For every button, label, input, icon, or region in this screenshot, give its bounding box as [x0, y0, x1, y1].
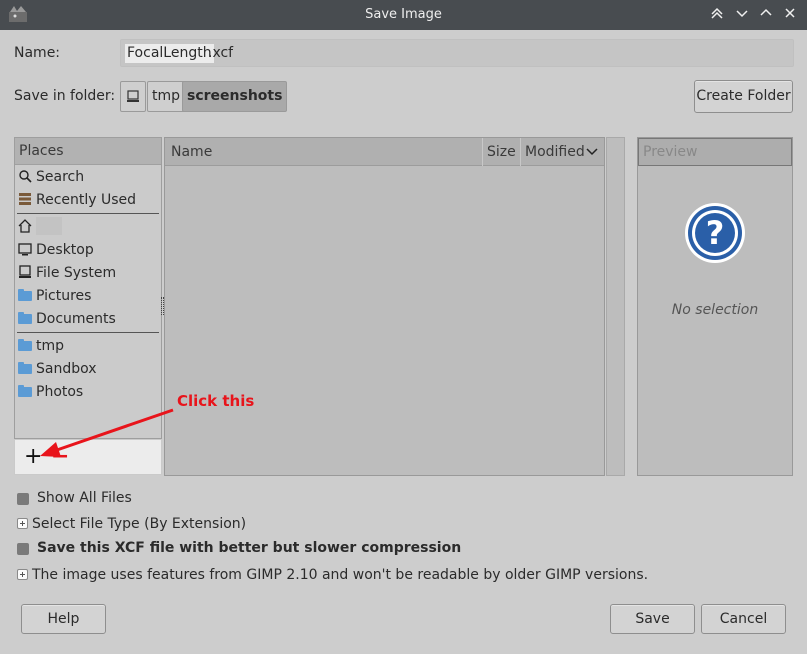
- maximize-icon[interactable]: [757, 6, 775, 24]
- crumb-root-drive[interactable]: [120, 81, 146, 112]
- expand-plus-icon[interactable]: [17, 569, 28, 580]
- title-bar: Save Image: [0, 0, 807, 30]
- window-title: Save Image: [365, 7, 442, 22]
- sort-descending-icon: [586, 148, 598, 156]
- places-separator: [17, 213, 159, 214]
- close-icon[interactable]: [781, 6, 799, 24]
- save-in-folder-label: Save in folder:: [14, 88, 116, 104]
- save-image-dialog: Name: FocalLength .xcf Save in folder: t…: [0, 30, 807, 654]
- place-recently-used[interactable]: Recently Used: [18, 189, 136, 211]
- place-pictures[interactable]: Pictures: [18, 285, 91, 307]
- place-label: tmp: [36, 338, 65, 354]
- no-selection-text: No selection: [671, 302, 759, 318]
- place-file-system[interactable]: File System: [18, 262, 116, 284]
- drive-icon: [127, 90, 139, 102]
- create-folder-button[interactable]: Create Folder: [694, 80, 793, 113]
- filename-extension: .xcf: [208, 45, 234, 61]
- folder-icon: [18, 288, 32, 302]
- save-button[interactable]: Save: [610, 604, 695, 634]
- places-header: Places: [15, 138, 161, 165]
- place-label: Photos: [36, 384, 84, 400]
- place-search[interactable]: Search: [18, 166, 84, 188]
- place-label: Recently Used: [36, 192, 137, 208]
- minimize-icon[interactable]: [733, 6, 751, 24]
- folder-icon: [18, 384, 32, 398]
- place-sandbox[interactable]: Sandbox: [18, 358, 97, 380]
- desktop-icon: [18, 241, 32, 256]
- name-label: Name:: [14, 45, 61, 61]
- compression-checkbox[interactable]: [17, 543, 29, 555]
- select-file-type-expander[interactable]: Select File Type (By Extension): [32, 516, 246, 532]
- folder-icon: [18, 338, 32, 352]
- place-tmp[interactable]: tmp: [18, 335, 64, 357]
- column-name[interactable]: Name: [171, 138, 212, 166]
- place-label: File System: [36, 265, 117, 281]
- column-modified[interactable]: Modified: [525, 138, 585, 166]
- home-name-redacted: [36, 217, 62, 235]
- file-list[interactable]: Name Size Modified: [164, 137, 605, 476]
- show-all-files-label[interactable]: Show All Files: [37, 490, 132, 506]
- file-list-header: Name Size Modified: [165, 138, 604, 166]
- recent-icon: [18, 191, 32, 205]
- svg-text:?: ?: [706, 214, 725, 252]
- preview-header[interactable]: Preview: [638, 138, 792, 166]
- filename-input[interactable]: FocalLength .xcf: [120, 39, 794, 67]
- show-all-files-checkbox[interactable]: [17, 493, 29, 505]
- place-label: Desktop: [36, 242, 94, 258]
- place-label: Documents: [36, 311, 116, 327]
- home-icon: [18, 218, 32, 233]
- compat-notice-expander[interactable]: The image uses features from GIMP 2.10 a…: [32, 567, 648, 583]
- folder-icon: [18, 361, 32, 375]
- place-label: Pictures: [36, 288, 92, 304]
- help-button[interactable]: Help: [21, 604, 106, 634]
- places-separator: [17, 332, 159, 333]
- column-size[interactable]: Size: [487, 138, 516, 166]
- crumb-tmp[interactable]: tmp: [147, 81, 186, 112]
- expand-plus-icon[interactable]: [17, 518, 28, 529]
- place-label: Search: [36, 169, 85, 185]
- search-icon: [18, 168, 32, 183]
- place-desktop[interactable]: Desktop: [18, 239, 94, 261]
- column-separator: [482, 138, 483, 166]
- places-panel: Places Search Recently Used Desktop File…: [14, 137, 162, 439]
- crumb-screenshots[interactable]: screenshots: [182, 81, 288, 112]
- cancel-button[interactable]: Cancel: [701, 604, 786, 634]
- place-label: Sandbox: [36, 361, 97, 377]
- annotation-text: Click this: [177, 392, 255, 410]
- column-separator: [520, 138, 521, 166]
- drive-icon: [18, 264, 32, 278]
- place-home[interactable]: [18, 216, 62, 238]
- filename-selected-text: FocalLength: [125, 44, 214, 63]
- file-list-scrollbar[interactable]: [606, 137, 625, 476]
- folder-icon: [18, 311, 32, 325]
- preview-panel: Preview ? No selection: [637, 137, 793, 476]
- place-documents[interactable]: Documents: [18, 308, 116, 330]
- annotation-arrow-icon: [40, 408, 174, 457]
- place-photos[interactable]: Photos: [18, 381, 83, 403]
- help-question-icon: ?: [685, 203, 745, 263]
- compression-label[interactable]: Save this XCF file with better but slowe…: [37, 540, 461, 556]
- keep-above-icon[interactable]: [708, 6, 726, 24]
